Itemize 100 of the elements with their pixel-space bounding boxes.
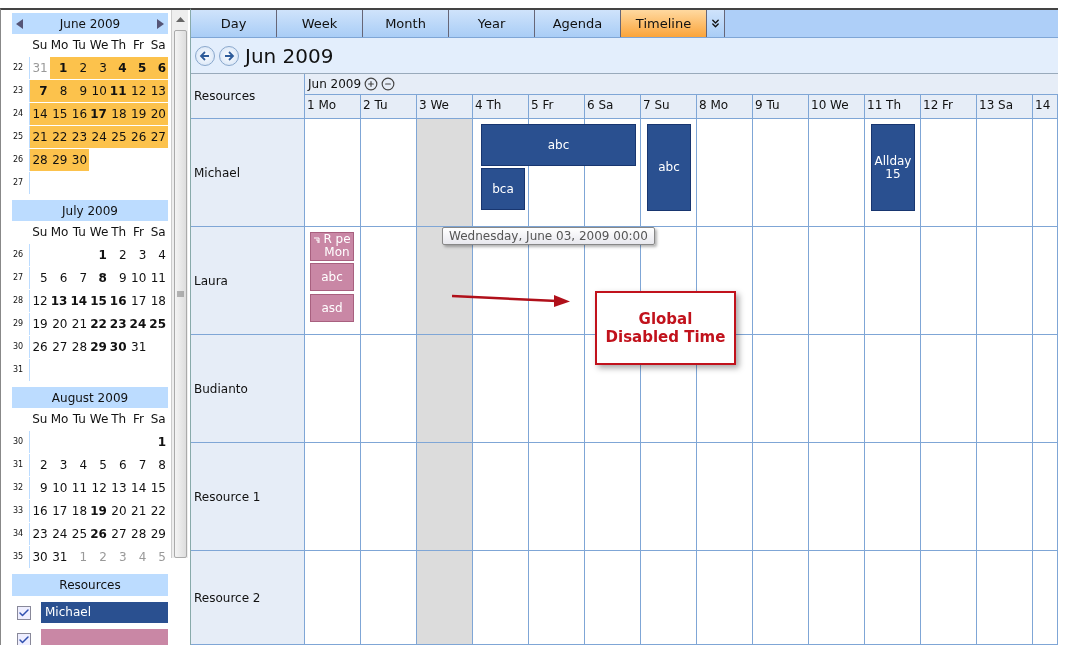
calendar-day[interactable]: 8 <box>148 454 168 476</box>
calendar-day[interactable]: 14 <box>128 477 149 499</box>
checkbox[interactable] <box>17 632 31 645</box>
calendar-day[interactable]: 31 <box>128 336 149 358</box>
calendar-day[interactable]: 20 <box>148 103 168 125</box>
calendar-day[interactable]: 26 <box>128 126 149 148</box>
calendar-day[interactable]: 13 <box>148 80 168 102</box>
calendar-day[interactable]: 3 <box>128 244 149 266</box>
calendar-day[interactable]: 29 <box>89 336 109 358</box>
calendar-day[interactable]: 27 <box>49 336 70 358</box>
calendar-day[interactable]: 17 <box>89 103 109 125</box>
calendar-day[interactable]: 12 <box>128 80 149 102</box>
calendar-day[interactable]: 7 <box>30 80 50 102</box>
calendar-day[interactable]: 22 <box>89 313 109 335</box>
calendar-day[interactable]: 24 <box>49 523 70 545</box>
calendar-day[interactable]: 25 <box>148 313 168 335</box>
next-month-icon[interactable] <box>156 18 164 29</box>
calendar-day[interactable]: 1 <box>49 57 70 79</box>
calendar-day[interactable]: 8 <box>89 267 109 289</box>
calendar-day[interactable]: 27 <box>148 126 168 148</box>
previous-month-icon[interactable] <box>16 18 24 29</box>
calendar-day[interactable]: 17 <box>128 290 149 312</box>
calendar-day[interactable]: 14 <box>30 103 50 125</box>
calendar-day[interactable]: 4 <box>69 454 90 476</box>
calendar-day[interactable]: 28 <box>30 149 50 171</box>
calendar-day[interactable]: 17 <box>49 500 70 522</box>
calendar-day[interactable]: 19 <box>30 313 50 335</box>
calendar-day[interactable]: 28 <box>69 336 90 358</box>
calendar-day[interactable]: 6 <box>108 454 129 476</box>
calendar-day[interactable]: 20 <box>108 500 129 522</box>
calendar-day[interactable]: 22 <box>49 126 70 148</box>
calendar-day[interactable]: 18 <box>108 103 129 125</box>
calendar-day[interactable]: 2 <box>30 454 50 476</box>
calendar-day[interactable]: 6 <box>49 267 70 289</box>
calendar-day[interactable]: 12 <box>30 290 50 312</box>
calendar-day[interactable]: 7 <box>128 454 149 476</box>
calendar-day[interactable]: 7 <box>69 267 90 289</box>
calendar-day[interactable]: 10 <box>128 267 149 289</box>
calendar-day[interactable]: 23 <box>69 126 90 148</box>
calendar-day[interactable]: 2 <box>69 57 90 79</box>
calendar-day[interactable]: 26 <box>30 336 50 358</box>
calendar-day[interactable]: 23 <box>108 313 129 335</box>
calendar-day[interactable]: 9 <box>69 80 90 102</box>
calendar-day[interactable]: 21 <box>128 500 149 522</box>
calendar-day[interactable]: 4 <box>108 57 129 79</box>
calendar-day[interactable]: 15 <box>148 477 168 499</box>
calendar-day[interactable]: 9 <box>30 477 50 499</box>
calendar-day[interactable]: 11 <box>108 80 129 102</box>
calendar-day[interactable]: 23 <box>30 523 50 545</box>
checkbox[interactable] <box>17 605 31 620</box>
calendar-day[interactable]: 28 <box>128 523 149 545</box>
calendar-day[interactable]: 9 <box>108 267 129 289</box>
calendar-day[interactable]: 5 <box>128 57 149 79</box>
calendar-day[interactable]: 19 <box>89 500 109 522</box>
resource-label[interactable]: Michael <box>41 602 168 623</box>
zoom-in-icon[interactable] <box>364 77 379 91</box>
calendar-day[interactable]: 13 <box>49 290 70 312</box>
calendar-day[interactable]: 15 <box>89 290 109 312</box>
calendar-day[interactable]: 11 <box>69 477 90 499</box>
calendar-day[interactable]: 8 <box>49 80 70 102</box>
event[interactable]: abc <box>647 124 691 211</box>
scrollbar[interactable] <box>171 10 188 558</box>
calendar-day[interactable]: 14 <box>69 290 90 312</box>
event[interactable]: abc <box>481 124 636 166</box>
calendar-day[interactable]: 25 <box>108 126 129 148</box>
calendar-day[interactable]: 22 <box>148 500 168 522</box>
calendar-day[interactable]: 18 <box>148 290 168 312</box>
calendar-day[interactable]: 19 <box>128 103 149 125</box>
calendar-day[interactable]: 1 <box>89 244 109 266</box>
calendar-day[interactable]: 6 <box>148 57 168 79</box>
calendar-day[interactable]: 29 <box>49 149 70 171</box>
event[interactable]: Allday 15 <box>871 124 915 211</box>
calendar-day[interactable]: 1 <box>148 431 168 453</box>
view-tab[interactable]: Year <box>449 10 535 37</box>
view-tab[interactable]: Timeline <box>621 10 707 37</box>
view-tab[interactable]: Week <box>277 10 363 37</box>
calendar-day[interactable]: 3 <box>49 454 70 476</box>
calendar-day[interactable]: 5 <box>89 454 109 476</box>
calendar-day[interactable]: 2 <box>108 244 129 266</box>
calendar-day[interactable]: 18 <box>69 500 90 522</box>
calendar-day[interactable]: 11 <box>148 267 168 289</box>
calendar-day[interactable]: 26 <box>89 523 109 545</box>
calendar-day[interactable]: 30 <box>108 336 129 358</box>
calendar-day[interactable]: 31 <box>49 546 70 568</box>
calendar-day[interactable]: 20 <box>49 313 70 335</box>
calendar-day[interactable]: 29 <box>148 523 168 545</box>
calendar-day[interactable]: 12 <box>89 477 109 499</box>
calendar-day[interactable]: 15 <box>49 103 70 125</box>
calendar-day[interactable]: 16 <box>69 103 90 125</box>
calendar-day[interactable]: 21 <box>69 313 90 335</box>
more-views-button[interactable] <box>707 10 725 37</box>
calendar-day[interactable]: 24 <box>128 313 149 335</box>
calendar-day[interactable]: 3 <box>89 57 109 79</box>
calendar-day[interactable]: 30 <box>30 546 50 568</box>
calendar-day[interactable]: 30 <box>69 149 90 171</box>
calendar-day[interactable]: 16 <box>108 290 129 312</box>
calendar-day[interactable]: 5 <box>30 267 50 289</box>
calendar-day[interactable]: 10 <box>49 477 70 499</box>
view-tab[interactable]: Day <box>191 10 277 37</box>
scroll-up-icon[interactable] <box>175 16 185 22</box>
